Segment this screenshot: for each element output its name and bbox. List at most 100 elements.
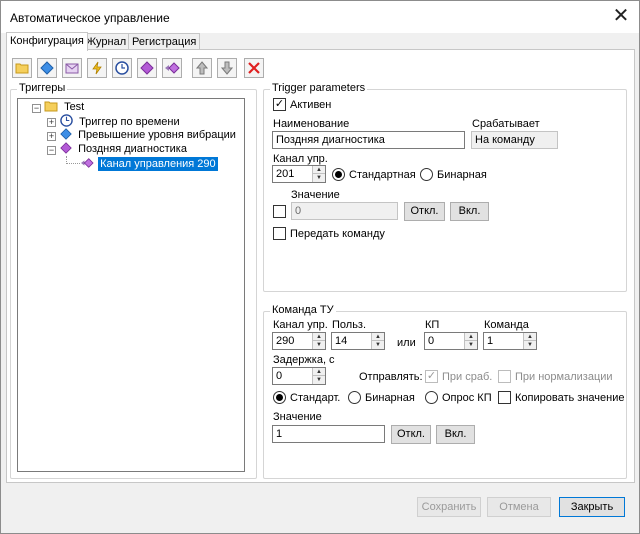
delete-icon: [248, 62, 260, 74]
tab-configuration[interactable]: Конфигурация: [6, 32, 88, 51]
spin-down-icon[interactable]: ▼: [464, 341, 477, 349]
tree-collapse-toggle[interactable]: −: [47, 146, 56, 155]
cmd-channel-label: Канал упр.: [273, 319, 328, 331]
spin-up-icon[interactable]: ▲: [312, 166, 325, 174]
spin-down-icon[interactable]: ▼: [312, 341, 325, 349]
cmd-standard-radio-label: Стандарт.: [290, 392, 341, 404]
on-fire-checkbox: ✓: [425, 370, 438, 383]
spin-up-icon[interactable]: ▲: [312, 333, 325, 341]
cmd-standard-radio[interactable]: [273, 391, 286, 404]
delete-button[interactable]: [244, 58, 264, 78]
cmd-channel-spinbox[interactable]: 290 ▲ ▼: [272, 332, 326, 350]
triggers-tree[interactable]: − Test + Триггер по времени + Превышение…: [17, 98, 245, 472]
lightning-icon: [92, 61, 102, 75]
tree-item-time-trigger[interactable]: Триггер по времени: [60, 114, 180, 128]
tree-item-root-label: Test: [64, 101, 85, 113]
cmd-value-label: Значение: [273, 411, 322, 423]
command-value: 1: [487, 335, 494, 347]
add-diagnostic-trigger-button[interactable]: [137, 58, 157, 78]
new-folder-button[interactable]: [12, 58, 32, 78]
window-title: Автоматическое управление: [10, 11, 170, 25]
spin-up-icon[interactable]: ▲: [371, 333, 384, 341]
standard-radio-label: Стандартная: [349, 169, 416, 181]
user-value: 14: [335, 335, 348, 347]
tree-expand-toggle[interactable]: +: [47, 132, 56, 141]
channel-label: Канал упр.: [273, 153, 328, 165]
triggers-group-label: Триггеры: [17, 82, 68, 94]
tree-item-root[interactable]: Test: [44, 100, 84, 114]
purple-diamond-arrow-icon: [165, 62, 180, 74]
poll-kp-radio-label: Опрос КП: [442, 392, 492, 404]
or-label: или: [397, 337, 416, 349]
user-spinbox[interactable]: 14 ▲ ▼: [331, 332, 385, 350]
poll-kp-radio[interactable]: [425, 391, 438, 404]
tree-item-label: Поздняя диагностика: [78, 143, 187, 155]
spin-down-icon[interactable]: ▼: [312, 376, 325, 384]
spin-up-icon[interactable]: ▲: [312, 368, 325, 376]
name-field[interactable]: Поздняя диагностика: [272, 131, 465, 149]
tab-journal[interactable]: Журнал: [82, 33, 131, 50]
user-label: Польз.: [332, 319, 367, 331]
spin-down-icon[interactable]: ▼: [523, 341, 536, 349]
fires-field: На команду: [471, 131, 558, 149]
purple-diamond-arrow-icon: [81, 158, 94, 168]
on-button[interactable]: Вкл.: [450, 202, 489, 221]
channel-value: 201: [276, 168, 295, 180]
value-label: Значение: [291, 189, 340, 201]
command-label: Команда: [484, 319, 529, 331]
window-close-button[interactable]: ✕: [606, 5, 636, 29]
cmd-off-button[interactable]: Откл.: [391, 425, 431, 444]
on-normal-label: При нормализации: [515, 371, 613, 383]
cmd-binary-radio[interactable]: [348, 391, 361, 404]
main-window: Автоматическое управление ✕ Конфигурация…: [0, 0, 640, 534]
purple-diamond-icon: [140, 61, 154, 75]
tree-expand-toggle[interactable]: +: [47, 118, 56, 127]
spin-down-icon[interactable]: ▼: [371, 341, 384, 349]
send-command-checkbox[interactable]: [273, 227, 286, 240]
title-bar: Автоматическое управление ✕: [1, 1, 639, 33]
channel-spinbox[interactable]: 201 ▲ ▼: [272, 165, 326, 183]
purple-diamond-icon: [60, 142, 72, 154]
close-button[interactable]: Закрыть: [559, 497, 625, 517]
move-up-icon: [196, 61, 208, 75]
trigger-params-group-label: Trigger parameters: [270, 82, 368, 94]
kp-spinbox[interactable]: 0 ▲ ▼: [424, 332, 478, 350]
tree-collapse-toggle[interactable]: −: [32, 104, 41, 113]
spin-up-icon[interactable]: ▲: [523, 333, 536, 341]
add-level-trigger-button[interactable]: [37, 58, 57, 78]
value-checkbox[interactable]: [273, 205, 286, 218]
close-icon: ✕: [612, 5, 630, 27]
tree-item-vibration-trigger[interactable]: Превышение уровня вибрации: [60, 128, 236, 142]
standard-radio[interactable]: [332, 168, 345, 181]
spin-down-icon[interactable]: ▼: [312, 174, 325, 182]
copy-value-checkbox[interactable]: [498, 391, 511, 404]
clock-icon: [60, 114, 73, 127]
add-message-trigger-button[interactable]: [62, 58, 82, 78]
move-up-button[interactable]: [192, 58, 212, 78]
move-down-button[interactable]: [217, 58, 237, 78]
cmd-on-button[interactable]: Вкл.: [436, 425, 475, 444]
command-spinbox[interactable]: 1 ▲ ▼: [483, 332, 537, 350]
blue-diamond-icon: [60, 128, 72, 140]
add-event-trigger-button[interactable]: [87, 58, 107, 78]
save-button[interactable]: Сохранить: [417, 497, 481, 517]
spin-up-icon[interactable]: ▲: [464, 333, 477, 341]
tree-item-late-diagnostic[interactable]: Поздняя диагностика: [60, 142, 187, 156]
tree-connector: [66, 156, 80, 164]
binary-radio-label: Бинарная: [437, 169, 487, 181]
folder-icon: [44, 101, 58, 112]
send-when-label: Отправлять:: [359, 371, 423, 383]
move-down-icon: [221, 61, 233, 75]
active-checkbox[interactable]: ✓: [273, 98, 286, 111]
active-label: Активен: [290, 99, 332, 111]
tab-registration[interactable]: Регистрация: [128, 33, 201, 50]
binary-radio[interactable]: [420, 168, 433, 181]
add-time-trigger-button[interactable]: [112, 58, 132, 78]
delay-spinbox[interactable]: 0 ▲ ▼: [272, 367, 326, 385]
add-command-button[interactable]: [162, 58, 182, 78]
name-label: Наименование: [273, 118, 350, 130]
off-button[interactable]: Откл.: [404, 202, 445, 221]
cmd-value-field[interactable]: 1: [272, 425, 385, 443]
cancel-button[interactable]: Отмена: [487, 497, 551, 517]
tree-item-control-channel[interactable]: Канал управления 290: [80, 157, 218, 171]
